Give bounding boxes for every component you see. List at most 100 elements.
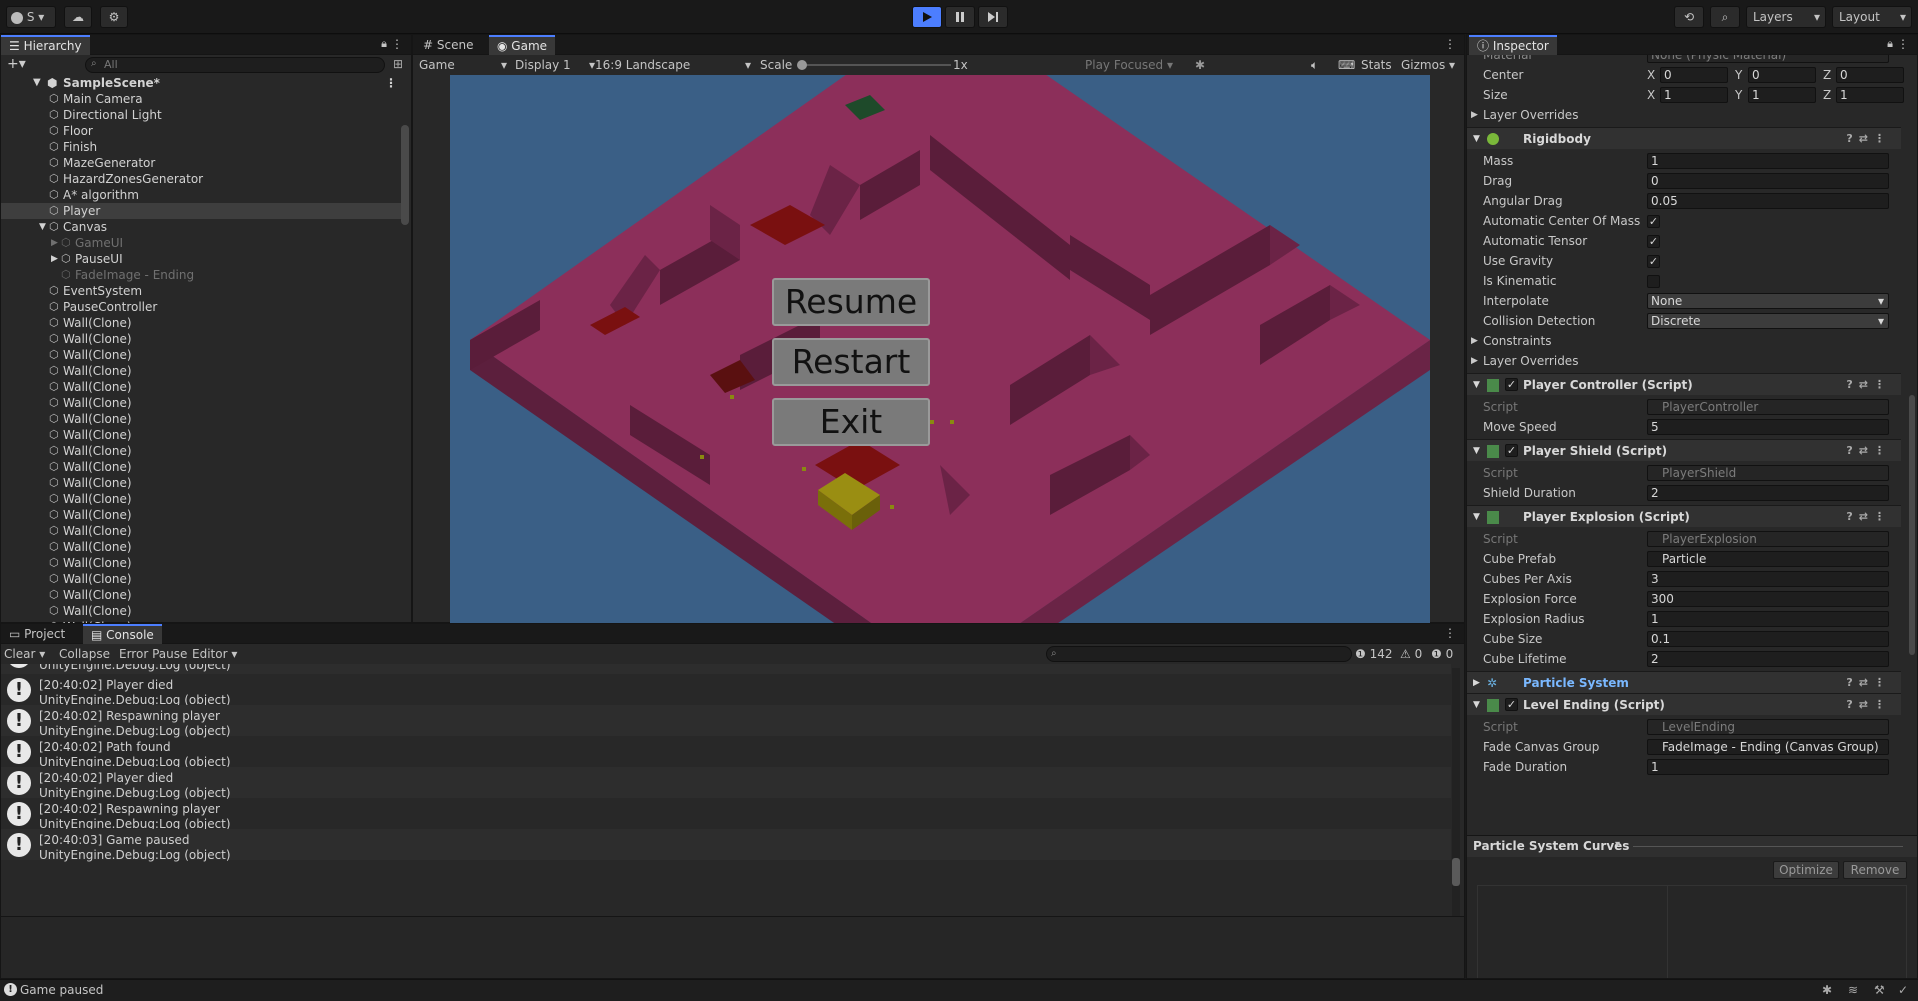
stats-button[interactable]: Stats [1361, 55, 1392, 75]
collapse-arrow-icon[interactable]: ▶ [51, 235, 58, 251]
particle-curves-header[interactable]: Particle System Curves ▾ [1467, 835, 1917, 857]
scale-slider-handle[interactable] [797, 60, 807, 70]
more-menu-icon[interactable]: ⋮ [1444, 37, 1456, 51]
hierarchy-item[interactable]: ⬡ Wall(Clone) [1, 475, 403, 491]
pc-script-field[interactable]: PlayerController [1647, 399, 1889, 415]
component-enabled-checkbox[interactable]: ✓ [1505, 378, 1518, 391]
center-x-field[interactable]: 0 [1660, 67, 1728, 83]
hierarchy-item[interactable]: ⬡ Wall(Clone) [1, 603, 403, 619]
scale-slider[interactable] [801, 64, 951, 66]
tab-project[interactable]: ▭ Project [1, 624, 73, 644]
log-count-toggle[interactable]: ❶ 142 [1355, 644, 1393, 664]
scene-root[interactable]: ▼ ⬢ SampleScene* ⋮ [1, 75, 403, 91]
curves-grid[interactable] [1477, 885, 1907, 978]
hierarchy-item[interactable]: ⬡ Main Camera [1, 91, 403, 107]
hierarchy-item[interactable]: ⬡ Wall(Clone) [1, 363, 403, 379]
restart-button[interactable]: Restart [772, 338, 930, 386]
move-speed-field[interactable]: 5 [1647, 419, 1889, 435]
hierarchy-item[interactable]: ▶ ⬡ PauseUI [1, 251, 403, 267]
collision-dropdown[interactable]: Discrete ▾ [1647, 313, 1889, 329]
collab-button[interactable]: ⚙ [100, 6, 128, 28]
component-header-icons[interactable]: ?⇄⋮ [1846, 374, 1891, 396]
constraints-foldout[interactable]: ▶ Constraints [1467, 331, 1901, 351]
pe-script-field[interactable]: PlayerExplosion [1647, 531, 1889, 547]
clear-dropdown[interactable]: Clear ▾ [4, 644, 45, 664]
hierarchy-item[interactable]: ▶ ⬡ GameUI [1, 235, 403, 251]
hierarchy-item[interactable]: ⬡ Wall(Clone) [1, 507, 403, 523]
level-ending-header[interactable]: ▼ ✓ Level Ending (Script) ?⇄⋮ [1467, 693, 1901, 715]
step-button[interactable] [978, 6, 1008, 28]
fade-group-field[interactable]: FadeImage - Ending (Canvas Group) [1647, 739, 1889, 755]
collider-layer-overrides-foldout[interactable]: ▶ Layer Overrides [1467, 105, 1901, 125]
lock-icon[interactable]: 🔒︎ [381, 37, 387, 51]
more-menu-icon[interactable]: ⋮ [1897, 37, 1909, 51]
tab-game[interactable]: ◉ Game [489, 35, 556, 55]
console-search-input[interactable] [1046, 646, 1352, 662]
layers-dropdown[interactable]: Layers ▾ [1746, 6, 1826, 28]
hierarchy-item[interactable]: ⬡ Wall(Clone) [1, 331, 403, 347]
component-header-icons[interactable]: ?⇄⋮ [1846, 672, 1891, 694]
resume-button[interactable]: Resume [772, 278, 930, 326]
tab-hierarchy[interactable]: ☰ Hierarchy [1, 35, 90, 55]
hierarchy-item[interactable]: ⬡ Finish [1, 139, 403, 155]
game-mode-dropdown[interactable]: Game ▾ [419, 55, 509, 75]
scene-filter-icon[interactable]: ⊞ [393, 57, 403, 71]
inspector-scrollbar[interactable] [1909, 395, 1915, 655]
cube-lifetime-field[interactable]: 2 [1647, 651, 1889, 667]
error-count-toggle[interactable]: ❶ 0 [1431, 644, 1453, 664]
play-button[interactable] [912, 6, 942, 28]
ps-script-field[interactable]: PlayerShield [1647, 465, 1889, 481]
component-enabled-checkbox[interactable]: ✓ [1505, 698, 1518, 711]
hierarchy-item[interactable]: ⬡ Wall(Clone) [1, 315, 403, 331]
hierarchy-item[interactable]: ⬡ Wall(Clone) [1, 411, 403, 427]
size-y-field[interactable]: 1 [1748, 87, 1816, 103]
le-script-field[interactable]: LevelEnding [1647, 719, 1889, 735]
shield-duration-field[interactable]: 2 [1647, 485, 1889, 501]
gizmos-dropdown[interactable]: Gizmos ▾ [1401, 55, 1455, 75]
status-message[interactable]: Game paused [20, 980, 103, 1000]
scene-menu-icon[interactable]: ⋮ [385, 75, 397, 91]
component-header-icons[interactable]: ?⇄⋮ [1846, 440, 1891, 462]
center-z-field[interactable]: 0 [1836, 67, 1904, 83]
hierarchy-item[interactable]: ⬡ Wall(Clone) [1, 443, 403, 459]
display-dropdown[interactable]: Display 1 ▾ [515, 55, 595, 75]
tab-console[interactable]: ▤ Console [83, 624, 162, 644]
aspect-dropdown[interactable]: 16:9 Landscape ▾ [595, 55, 755, 75]
cubes-per-axis-field[interactable]: 3 [1647, 571, 1889, 587]
hierarchy-item[interactable]: ⬡ Wall(Clone) [1, 571, 403, 587]
player-controller-header[interactable]: ▼ ✓ Player Controller (Script) ?⇄⋮ [1467, 373, 1901, 395]
console-scrollbar-thumb[interactable] [1452, 858, 1460, 886]
player-explosion-header[interactable]: ▼ Player Explosion (Script) ?⇄⋮ [1467, 505, 1901, 527]
console-entry[interactable]: ! UnityEngine.Debug:Log (object) [1, 664, 1451, 674]
console-entry[interactable]: ! [20:40:02] Player died UnityEngine.Debug… [1, 767, 1451, 800]
tab-inspector[interactable]: ⓘ Inspector [1469, 35, 1557, 55]
physic-material-field[interactable]: None (Physic Material) [1647, 55, 1889, 63]
use-gravity-checkbox[interactable]: ✓ [1647, 255, 1660, 268]
component-header-icons[interactable]: ?⇄⋮ [1846, 128, 1891, 150]
expand-arrow-icon[interactable]: ▼ [39, 219, 46, 235]
hierarchy-item[interactable]: ⬡ Wall(Clone) [1, 523, 403, 539]
lock-icon[interactable]: 🔒︎ [1887, 37, 1893, 51]
collapse-toggle[interactable]: Collapse [59, 644, 110, 664]
interpolate-dropdown[interactable]: None ▾ [1647, 293, 1889, 309]
editor-dropdown[interactable]: Editor ▾ [192, 644, 237, 664]
drag-field[interactable]: 0 [1647, 173, 1889, 189]
hierarchy-item[interactable]: ⬡ Wall(Clone) [1, 427, 403, 443]
debug-mode-icon[interactable]: ✱ [1822, 980, 1832, 1000]
center-y-field[interactable]: 0 [1748, 67, 1816, 83]
size-z-field[interactable]: 1 [1836, 87, 1904, 103]
console-entry[interactable]: ! [20:40:02] Player died UnityEngine.Debug… [1, 674, 1451, 707]
hierarchy-item[interactable]: ⬡ A* algorithm [1, 187, 403, 203]
hierarchy-item[interactable]: ⬡ FadeImage - Ending [1, 267, 403, 283]
hierarchy-item[interactable]: ⬡ PauseController [1, 299, 403, 315]
play-focused-dropdown[interactable]: Play Focused ▾ [1085, 55, 1173, 75]
console-entry[interactable]: ! [20:40:02] Respawning player UnityEngine… [1, 798, 1451, 831]
hierarchy-item[interactable]: ⬡ Wall(Clone) [1, 379, 403, 395]
error-pause-toggle[interactable]: Error Pause [119, 644, 187, 664]
layout-dropdown[interactable]: Layout ▾ [1832, 6, 1912, 28]
hierarchy-item[interactable]: ⬡ Wall(Clone) [1, 539, 403, 555]
hierarchy-item[interactable]: ⬡ HazardZonesGenerator [1, 171, 403, 187]
account-button[interactable]: S ▾ [6, 6, 56, 28]
hierarchy-item[interactable]: ⬡ Wall(Clone) [1, 459, 403, 475]
console-scrollbar[interactable] [1452, 668, 1460, 916]
